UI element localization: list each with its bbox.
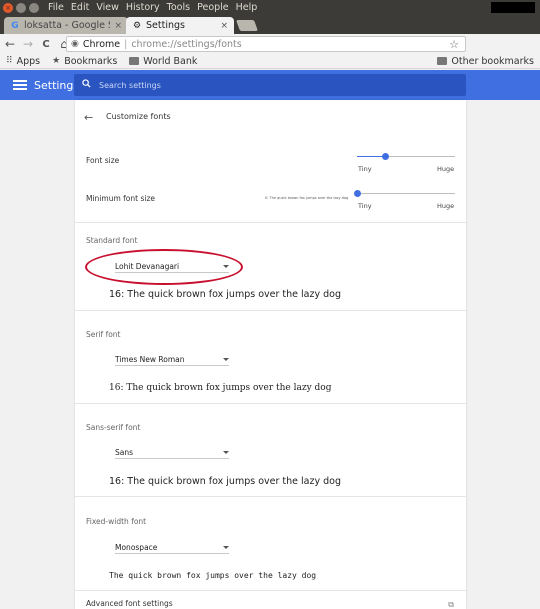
star-icon: ★ bbox=[52, 56, 61, 66]
bookmark-label: World Bank bbox=[143, 55, 198, 67]
min-font-size-max-label: Huge bbox=[437, 202, 455, 210]
sans-font-sample: 16: The quick brown fox jumps over the l… bbox=[109, 476, 341, 487]
window-close-icon[interactable]: × bbox=[3, 2, 13, 13]
folder-icon bbox=[437, 57, 448, 65]
settings-title: Settings bbox=[34, 78, 80, 92]
serif-font-label: Serif font bbox=[86, 330, 121, 339]
font-size-min-label: Tiny bbox=[358, 165, 372, 173]
serif-font-select[interactable]: Times New Roman bbox=[115, 353, 229, 366]
slider-fill bbox=[357, 156, 385, 157]
advanced-font-settings-link[interactable]: Advanced font settings bbox=[86, 599, 173, 608]
min-font-size-label: Minimum font size bbox=[86, 194, 155, 203]
tab-title: Settings bbox=[146, 20, 185, 31]
chevron-down-icon bbox=[223, 357, 229, 361]
tab-close-icon[interactable]: × bbox=[220, 21, 228, 31]
address-url: chrome://settings/fonts bbox=[131, 38, 242, 50]
bookmark-bookmarks[interactable]: ★ Bookmarks bbox=[52, 56, 117, 67]
window-minimize-icon[interactable] bbox=[16, 2, 26, 13]
menu-help[interactable]: Help bbox=[236, 2, 258, 13]
menu-people[interactable]: People bbox=[197, 2, 229, 13]
section-divider bbox=[75, 222, 466, 223]
section-divider bbox=[75, 590, 466, 591]
font-size-slider[interactable] bbox=[357, 152, 455, 162]
tab-close-icon[interactable]: × bbox=[114, 21, 122, 31]
fixed-font-sample: The quick brown fox jumps over the lazy … bbox=[109, 571, 317, 580]
bookmark-other[interactable]: Other bookmarks bbox=[437, 56, 534, 67]
app-menu: File Edit View History Tools People Help bbox=[48, 2, 257, 13]
reload-icon[interactable]: C bbox=[38, 36, 54, 52]
red-highlight-annotation bbox=[85, 249, 243, 285]
menu-file[interactable]: File bbox=[48, 2, 64, 13]
page-title: Customize fonts bbox=[106, 112, 171, 121]
window-maximize-icon[interactable] bbox=[29, 2, 39, 13]
menu-view[interactable]: View bbox=[96, 2, 119, 13]
tab-title: loksatta - Google S bbox=[24, 20, 111, 31]
standard-font-label: Standard font bbox=[86, 236, 138, 245]
redacted-area bbox=[491, 2, 535, 13]
bookmark-label: Bookmarks bbox=[64, 55, 118, 67]
gear-icon: ⚙ bbox=[132, 20, 142, 31]
sans-font-select[interactable]: Sans bbox=[115, 446, 229, 459]
section-divider bbox=[75, 496, 466, 497]
window-controls: × bbox=[3, 2, 39, 13]
fixed-font-select[interactable]: Monospace bbox=[115, 541, 229, 554]
min-font-preview: 0: The quick brown fox jumps over the la… bbox=[265, 196, 349, 200]
apps-grid-icon: ⠿ bbox=[6, 56, 13, 66]
folder-icon bbox=[129, 57, 140, 65]
tab-strip: G loksatta - Google S × ⚙ Settings × bbox=[0, 15, 540, 34]
min-font-size-min-label: Tiny bbox=[358, 202, 372, 210]
menu-tools[interactable]: Tools bbox=[167, 2, 190, 13]
address-separator: | bbox=[124, 38, 128, 50]
chevron-down-icon bbox=[223, 545, 229, 549]
sans-font-value: Sans bbox=[115, 447, 134, 457]
serif-font-value: Times New Roman bbox=[115, 354, 185, 364]
forward-icon[interactable]: → bbox=[20, 36, 36, 52]
bookmark-label: Other bookmarks bbox=[451, 55, 534, 67]
google-g-icon: G bbox=[11, 20, 19, 31]
slider-track bbox=[357, 193, 455, 194]
sans-font-label: Sans-serif font bbox=[86, 423, 141, 432]
menu-hamburger-icon[interactable] bbox=[13, 80, 27, 90]
fixed-font-value: Monospace bbox=[115, 542, 158, 552]
tab-settings[interactable]: ⚙ Settings × bbox=[126, 17, 234, 34]
chevron-down-icon bbox=[223, 450, 229, 454]
tab-loksatta[interactable]: G loksatta - Google S × bbox=[4, 17, 128, 34]
slider-knob[interactable] bbox=[382, 153, 389, 160]
min-font-size-slider[interactable] bbox=[354, 189, 455, 199]
fixed-font-label: Fixed-width font bbox=[86, 517, 147, 526]
address-chip: Chrome bbox=[82, 38, 121, 50]
chrome-page-icon: ◉ bbox=[71, 39, 79, 49]
address-bar[interactable]: ◉ Chrome | chrome://settings/fonts ☆ bbox=[66, 36, 466, 52]
new-tab-button[interactable] bbox=[235, 20, 259, 31]
section-divider bbox=[75, 403, 466, 404]
settings-header: Settings Search settings bbox=[0, 70, 540, 100]
serif-font-sample: 16: The quick brown fox jumps over the l… bbox=[109, 383, 332, 393]
standard-font-sample: 16: The quick brown fox jumps over the l… bbox=[109, 289, 341, 300]
external-link-icon[interactable]: ⧉ bbox=[448, 600, 454, 609]
bookmark-apps[interactable]: ⠿ Apps bbox=[6, 56, 40, 67]
menu-history[interactable]: History bbox=[126, 2, 160, 13]
bookmark-world-bank[interactable]: World Bank bbox=[129, 56, 197, 67]
search-settings-input[interactable]: Search settings bbox=[74, 74, 466, 96]
font-size-label: Font size bbox=[86, 156, 120, 165]
menu-edit[interactable]: Edit bbox=[71, 2, 89, 13]
search-placeholder: Search settings bbox=[99, 80, 161, 90]
slider-knob[interactable] bbox=[354, 190, 361, 197]
browser-toolbar: ← → C ⌂ ◉ Chrome | chrome://settings/fon… bbox=[0, 34, 540, 82]
back-arrow-icon[interactable]: ← bbox=[84, 111, 93, 124]
section-divider bbox=[75, 310, 466, 311]
customize-fonts-card: ← Customize fonts Font size Tiny Huge Mi… bbox=[75, 100, 466, 609]
back-icon[interactable]: ← bbox=[2, 36, 18, 52]
bookmarks-bar: ⠿ Apps ★ Bookmarks World Bank Other book… bbox=[0, 54, 540, 69]
search-icon bbox=[82, 79, 91, 91]
bookmark-star-icon[interactable]: ☆ bbox=[449, 38, 459, 51]
font-size-max-label: Huge bbox=[437, 165, 455, 173]
bookmark-label: Apps bbox=[16, 55, 41, 67]
window-menubar: × File Edit View History Tools People He… bbox=[0, 0, 540, 15]
